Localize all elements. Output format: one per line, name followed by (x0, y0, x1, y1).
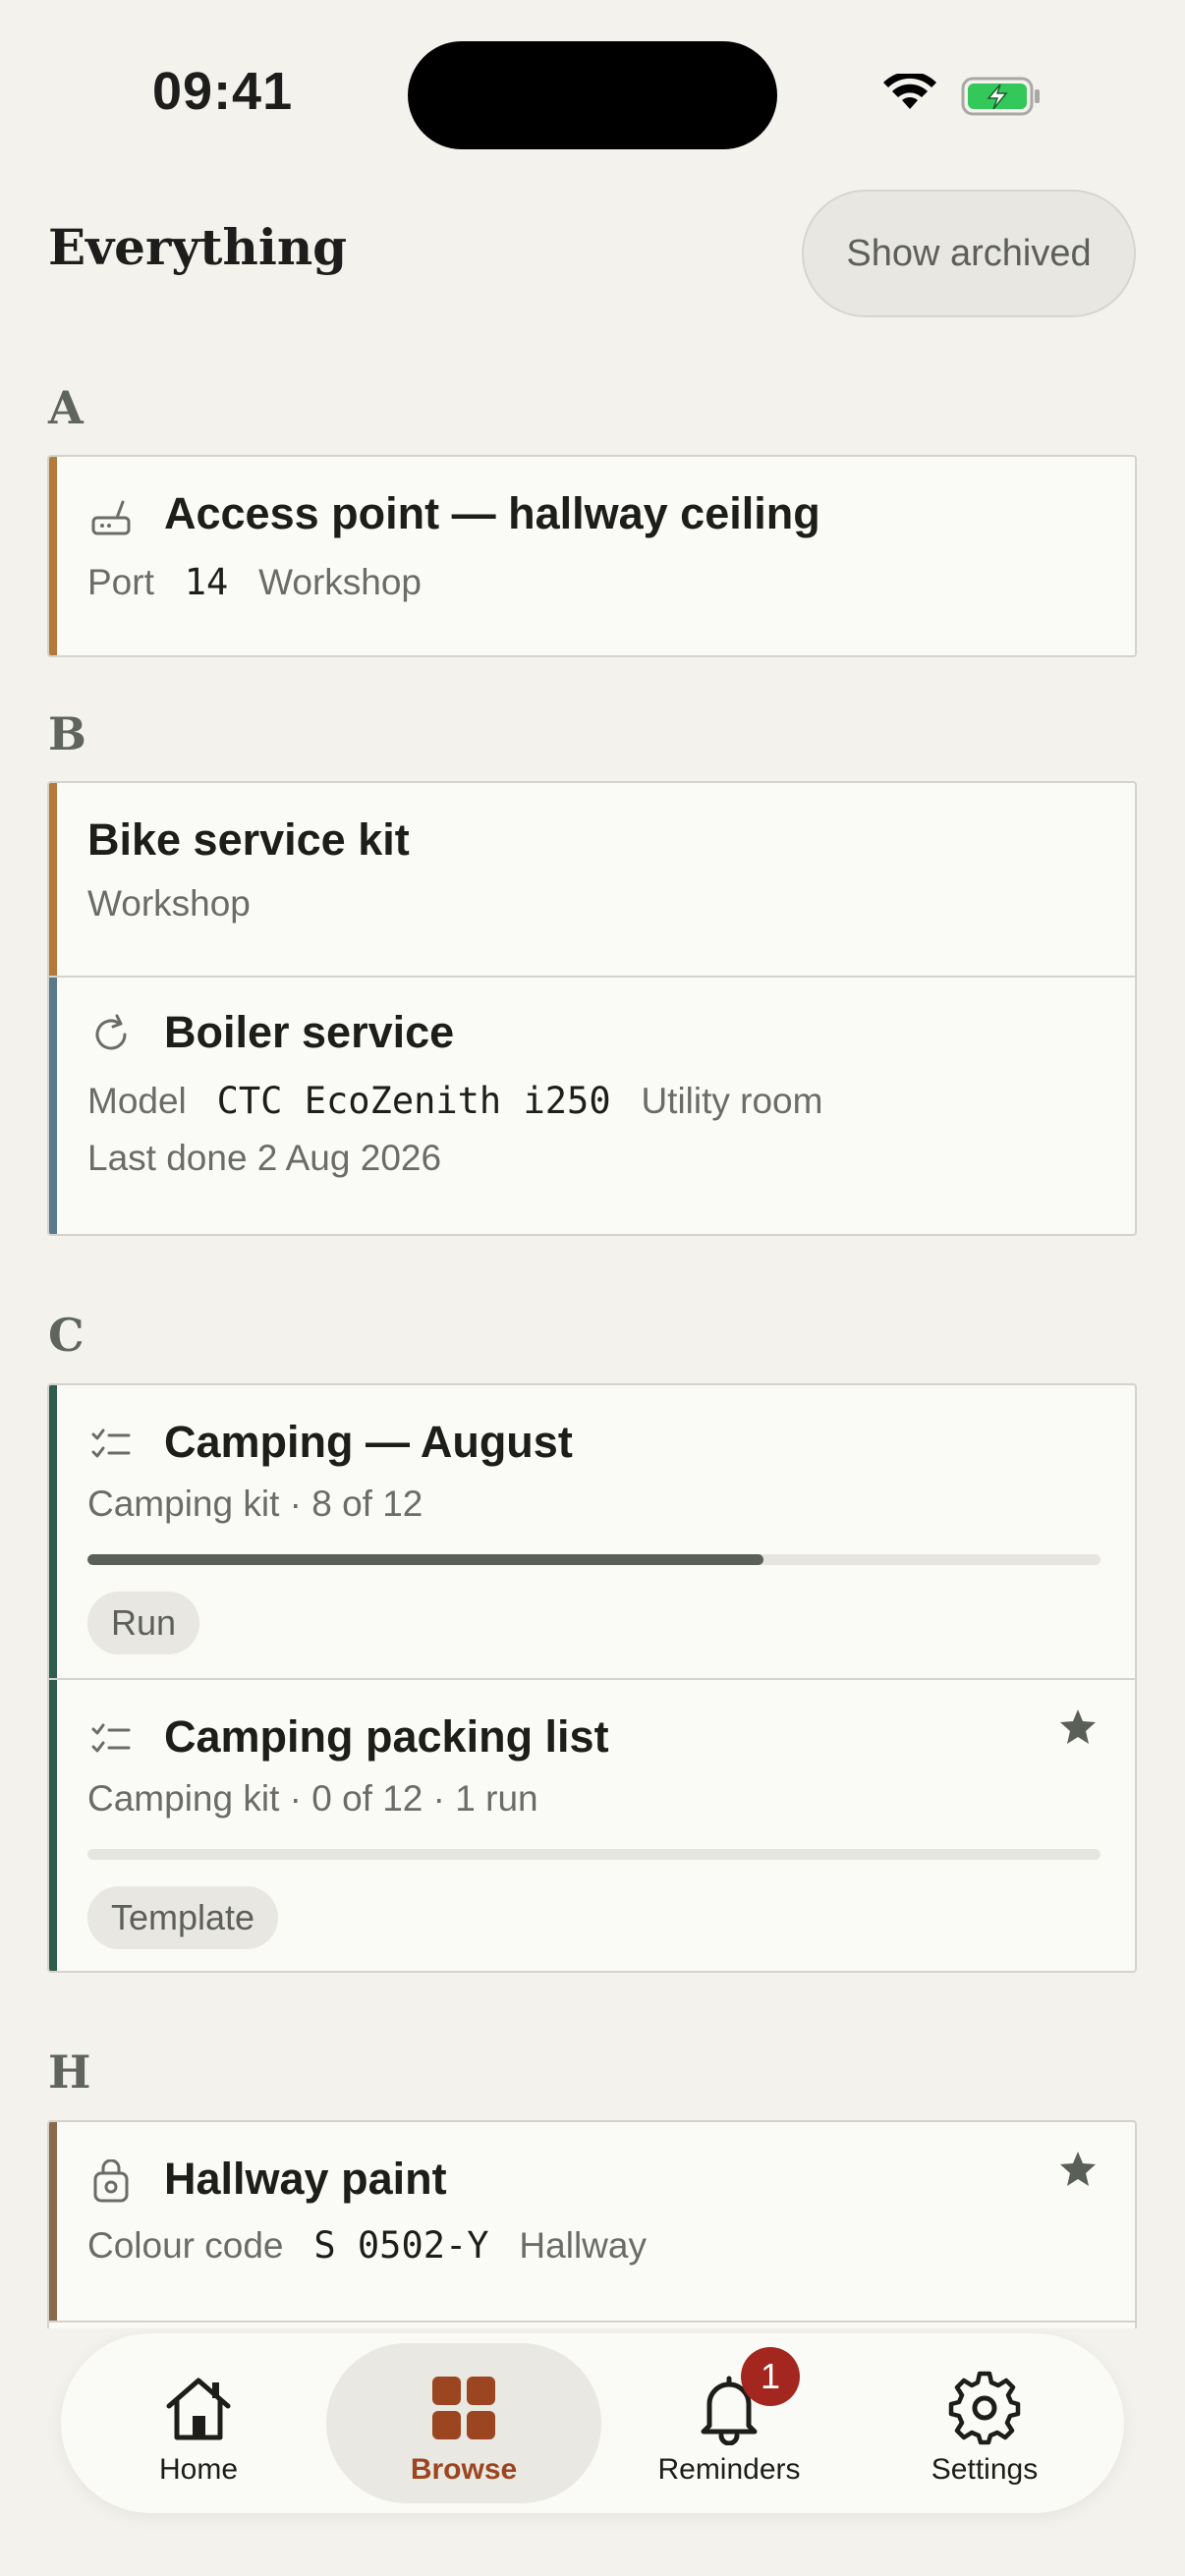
item-title: Camping packing list (164, 1711, 609, 1762)
progress-bar (87, 1554, 1100, 1565)
item-location: Hallway (519, 2225, 647, 2266)
star-icon[interactable] (1058, 2150, 1098, 2189)
progress-fill (87, 1554, 763, 1565)
star-icon[interactable] (1058, 1708, 1098, 1747)
list-item-boiler-service[interactable]: Boiler service Model CTC EcoZenith i250 … (49, 978, 1135, 1234)
section-header-h: H (48, 2045, 91, 2099)
battery-charging-icon (961, 77, 1040, 116)
item-accent-bar (49, 2122, 57, 2321)
section-b-list: Bike service kit Workshop Boiler service… (47, 781, 1137, 1236)
colour-code-label: Colour code (87, 2225, 284, 2266)
item-accent-bar (49, 783, 57, 976)
dynamic-island (408, 41, 777, 149)
item-title: Camping — August (164, 1417, 573, 1467)
item-details: Model CTC EcoZenith i250 Utility room (87, 1080, 822, 1122)
item-accent-bar (49, 978, 57, 1234)
tab-label: Settings (931, 2453, 1039, 2486)
model-label: Model (87, 1081, 187, 1121)
item-title: Bike service kit (87, 814, 410, 865)
item-subtitle: Camping kit · 0 of 12 · 1 run (87, 1778, 538, 1819)
status-time: 09:41 (152, 62, 294, 121)
tab-label: Home (158, 2453, 239, 2486)
item-subtitle: Camping kit · 8 of 12 (87, 1484, 423, 1524)
item-location: Utility room (641, 1081, 823, 1121)
tab-label: Browse (410, 2453, 518, 2486)
tab-settings[interactable]: Settings (867, 2343, 1102, 2503)
checklist-icon (91, 1723, 131, 1753)
reminders-badge: 1 (741, 2347, 800, 2406)
item-accent-bar (49, 1680, 57, 1971)
run-tag: Run (87, 1592, 200, 1654)
show-archived-button[interactable]: Show archived (802, 190, 1136, 317)
item-details: Colour code S 0502-Y Hallway (87, 2224, 647, 2267)
gear-icon (948, 2371, 1021, 2445)
list-item-camping-packing-list[interactable]: Camping packing list Camping kit · 0 of … (49, 1680, 1135, 1971)
list-item-bike-service-kit[interactable]: Bike service kit Workshop (49, 783, 1135, 978)
section-header-c: C (48, 1309, 85, 1362)
refresh-icon (95, 1014, 127, 1050)
tab-browse[interactable]: Browse (326, 2343, 601, 2503)
checklist-icon (91, 1428, 131, 1458)
router-icon (91, 500, 131, 535)
model-code: CTC EcoZenith i250 (216, 1080, 611, 1122)
section-header-b: B (48, 707, 86, 760)
grid-icon (432, 2377, 495, 2439)
tab-reminders[interactable]: Reminders (611, 2343, 847, 2503)
status-bar: 09:41 (0, 0, 1185, 187)
list-item-hallway-paint[interactable]: Hallway paint Colour code S 0502-Y Hallw… (49, 2122, 1135, 2323)
wifi-icon (883, 74, 936, 109)
page-title: Everything (48, 218, 348, 276)
item-location: Workshop (87, 883, 251, 924)
tab-home[interactable]: Home (81, 2343, 316, 2503)
item-location: Workshop (258, 562, 422, 602)
section-c-list: Camping — August Camping kit · 8 of 12 R… (47, 1383, 1137, 1973)
item-details: Port 14 Workshop (87, 561, 422, 603)
item-accent-bar (49, 457, 57, 655)
tab-bar: Home Browse Reminders Settings (61, 2333, 1124, 2513)
colour-code: S 0502-Y (313, 2224, 489, 2267)
paint-can-icon (93, 2159, 129, 2203)
list-item-camping-august[interactable]: Camping — August Camping kit · 8 of 12 R… (49, 1385, 1135, 1680)
template-tag: Template (87, 1886, 279, 1949)
port-number: 14 (184, 561, 229, 603)
home-icon (166, 2378, 231, 2440)
last-done-date: Last done 2 Aug 2026 (87, 1138, 442, 1178)
port-label: Port (87, 562, 154, 602)
section-a-list: Access point — hallway ceiling Port 14 W… (47, 455, 1137, 657)
tab-label: Reminders (657, 2453, 801, 2486)
item-title: Boiler service (164, 1007, 455, 1057)
item-title: Hallway paint (164, 2154, 447, 2204)
list-item-access-point[interactable]: Access point — hallway ceiling Port 14 W… (49, 457, 1135, 655)
item-title: Access point — hallway ceiling (164, 488, 820, 538)
progress-bar (87, 1849, 1100, 1860)
item-accent-bar (49, 1385, 57, 1678)
section-header-a: A (48, 381, 84, 434)
